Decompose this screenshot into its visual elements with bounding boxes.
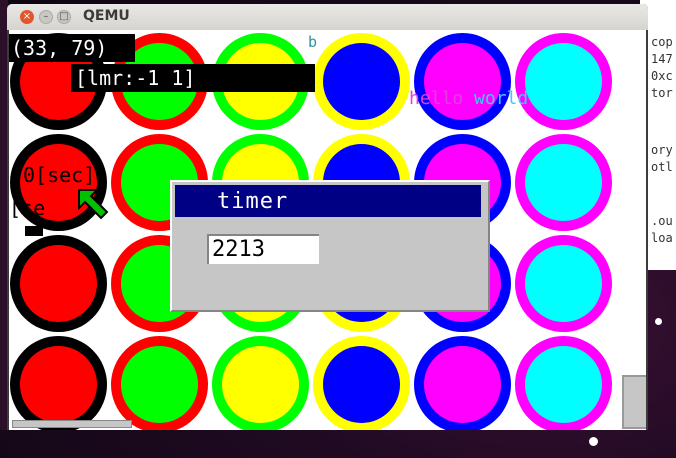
terminal-text: otl — [651, 160, 673, 174]
grid-cell[interactable] — [109, 334, 210, 430]
mouse-cursor-icon — [78, 189, 109, 220]
circle-core — [20, 245, 97, 322]
timer-value-field: 2213 — [207, 234, 319, 264]
circle-core — [121, 346, 198, 423]
hello-world-text: hello world — [409, 88, 528, 109]
bottom-left-bar — [12, 420, 132, 428]
grid-cell[interactable] — [210, 334, 311, 430]
grid-cell[interactable] — [311, 334, 412, 430]
mouse-coordinates: (33, 79) — [9, 34, 136, 62]
hello-word: hello — [409, 88, 464, 109]
window-title: QEMU — [83, 8, 130, 24]
grid-cell[interactable] — [412, 31, 513, 132]
mouse-button-status: [lmr:-1 1] — [71, 64, 315, 92]
bottom-right-box — [622, 375, 646, 429]
circle-core — [222, 346, 299, 423]
circle-core — [20, 346, 97, 423]
terminal-text: .ou — [651, 214, 673, 228]
timer-titlebar[interactable]: timer — [175, 185, 481, 217]
qemu-window: × – □ QEMU b hello world (33, 79) [lmr:-… — [7, 4, 648, 430]
circle-core — [323, 346, 400, 423]
star-decoration — [655, 318, 662, 325]
circle-core — [525, 144, 602, 221]
grid-cell[interactable] — [9, 233, 109, 334]
circle-core — [424, 346, 501, 423]
window-titlebar[interactable]: × – □ QEMU — [7, 4, 648, 30]
grid-cell[interactable] — [311, 31, 412, 132]
grid-cell[interactable] — [9, 334, 109, 430]
circle-core — [525, 43, 602, 120]
timer-title: timer — [217, 189, 289, 214]
timer-dialog[interactable]: timer 2213 — [170, 180, 490, 312]
terminal-text: 147 — [651, 52, 673, 66]
circle-core — [323, 43, 400, 120]
star-decoration — [589, 437, 598, 446]
terminal-text: 0xc — [651, 69, 673, 83]
mark-text: b — [308, 33, 318, 51]
terminal-text: ory — [651, 143, 673, 157]
grid-cell[interactable] — [513, 233, 614, 334]
minimize-button[interactable]: – — [39, 10, 53, 24]
guest-screen[interactable]: b hello world (33, 79) [lmr:-1 1] 0[sec]… — [9, 30, 646, 430]
timer-value: 2213 — [212, 237, 265, 262]
seconds-counter: 0[sec] — [23, 163, 96, 187]
close-button[interactable]: × — [20, 10, 34, 24]
grid-cell[interactable] — [412, 334, 513, 430]
circle-core — [525, 346, 602, 423]
grid-cell[interactable] — [513, 334, 614, 430]
terminal-text: tor — [651, 86, 673, 100]
grid-cell[interactable] — [513, 31, 614, 132]
world-word: world — [474, 88, 529, 109]
circle-core — [525, 245, 602, 322]
black-block — [25, 226, 43, 236]
seconds-counter-partial: [se — [9, 196, 46, 220]
grid-cell[interactable] — [513, 132, 614, 233]
terminal-text: cop — [651, 35, 673, 49]
maximize-button[interactable]: □ — [57, 10, 71, 24]
terminal-text: loa — [651, 231, 673, 245]
